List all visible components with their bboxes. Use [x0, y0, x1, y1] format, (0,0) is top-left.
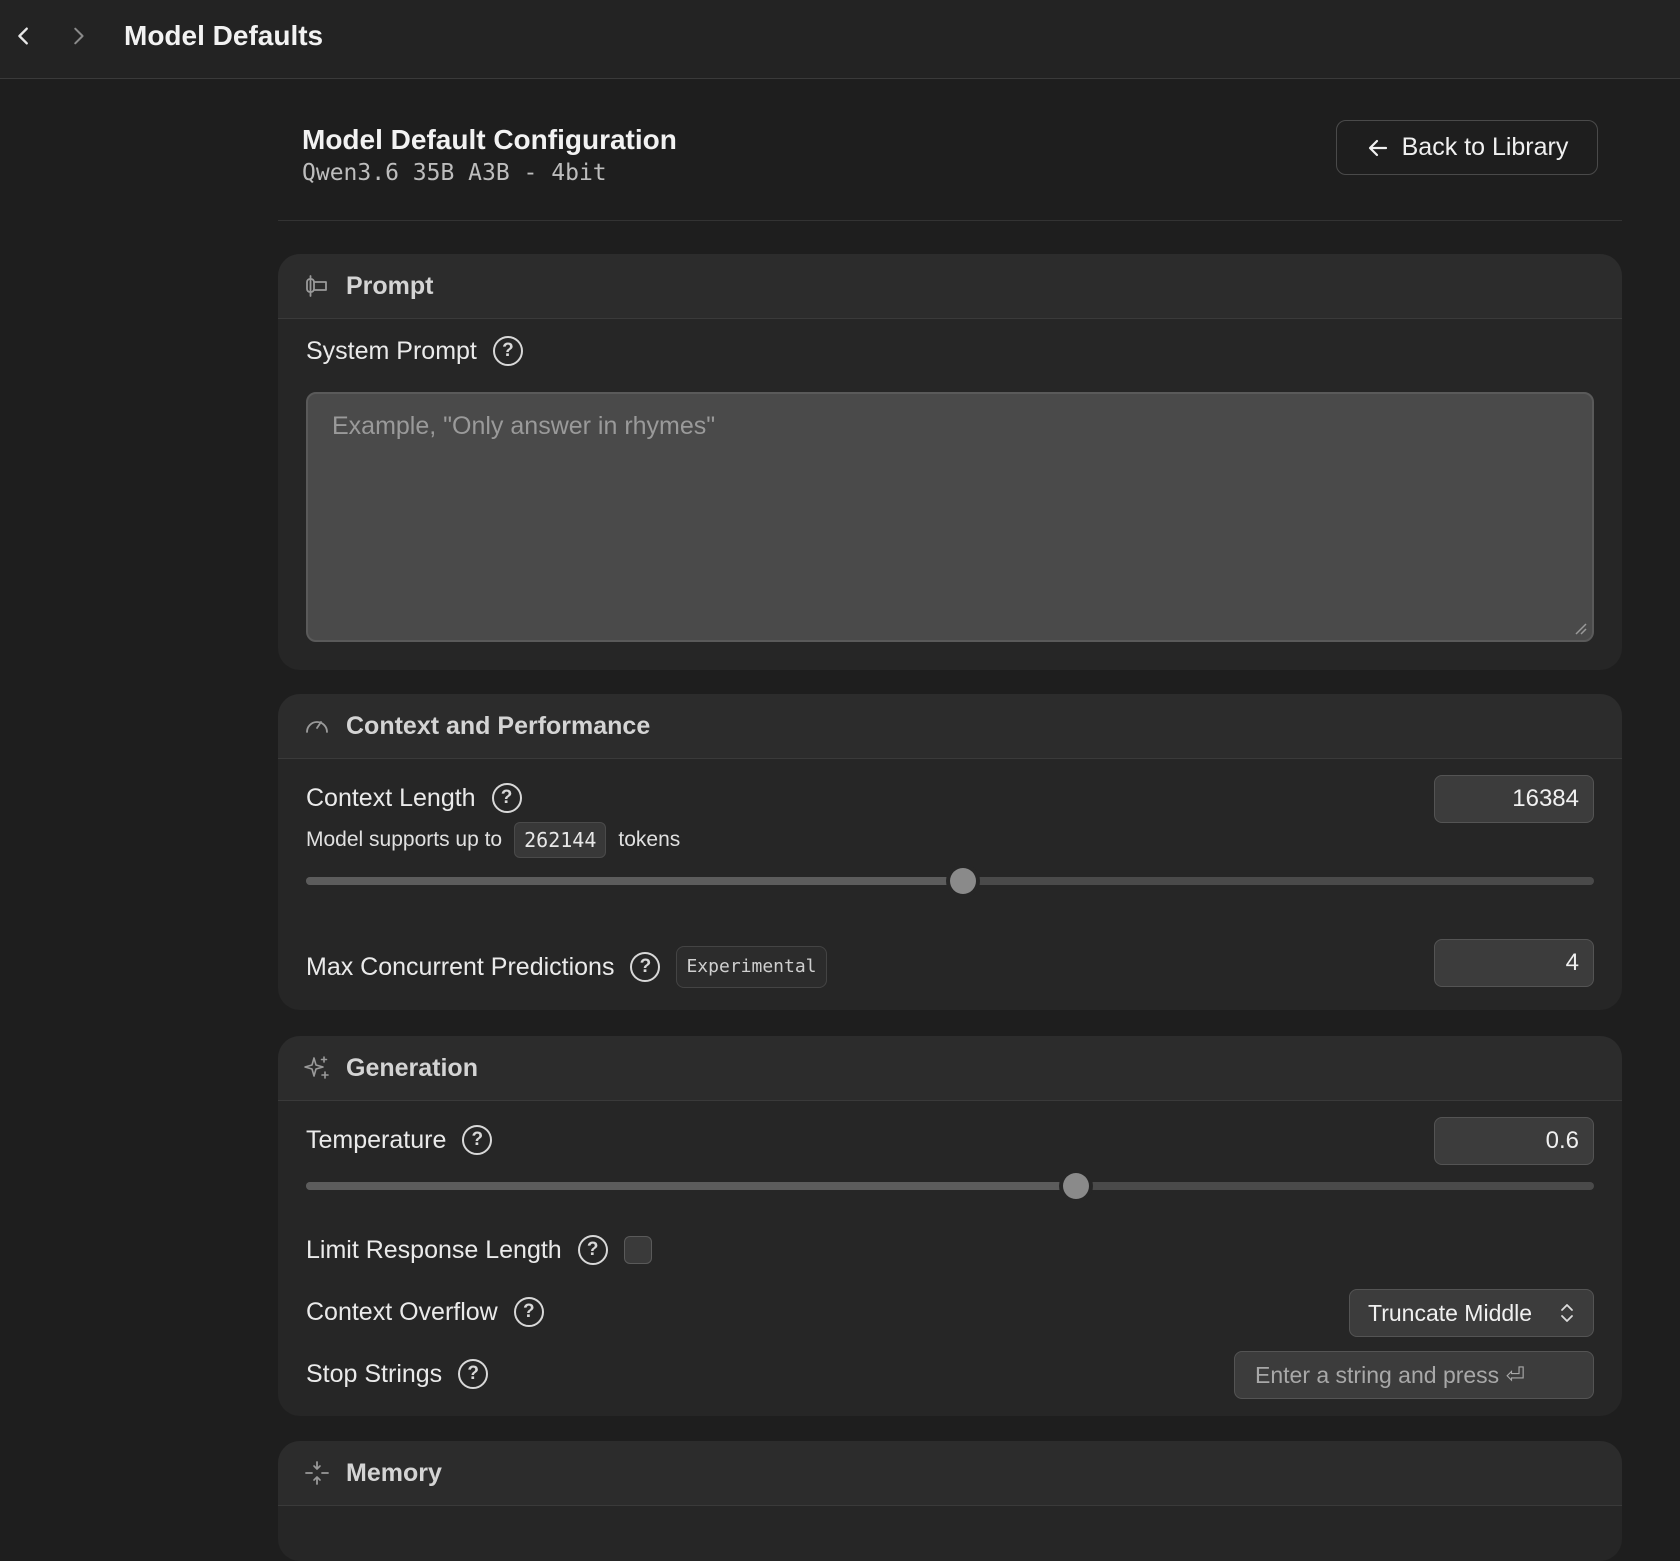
temperature-row: Temperature ? [306, 1124, 493, 1156]
prompt-card: Prompt System Prompt ? Example, "Only an… [278, 254, 1622, 670]
generation-card-header: Generation [278, 1036, 1622, 1101]
system-prompt-placeholder: Example, "Only answer in rhymes" [332, 412, 716, 440]
context-overflow-value: Truncate Middle [1368, 1299, 1533, 1326]
top-bar: Model Defaults [0, 0, 1680, 79]
config-title: Model Default Configuration [302, 124, 677, 155]
max-concurrent-help-icon[interactable]: ? [630, 952, 661, 982]
limit-response-label: Limit Response Length [306, 1236, 562, 1264]
page-title: Model Defaults [124, 20, 324, 51]
prompt-card-title: Prompt [346, 271, 434, 300]
prompt-card-header: Prompt [278, 254, 1622, 319]
back-to-library-button[interactable]: Back to Library [1336, 120, 1598, 175]
stop-strings-input[interactable]: Enter a string and press ⏎ [1234, 1351, 1594, 1399]
memory-card: Memory [278, 1441, 1622, 1561]
slider-thumb[interactable] [949, 868, 976, 894]
slider-thumb[interactable] [1063, 1173, 1090, 1199]
context-length-help-icon[interactable]: ? [491, 783, 522, 813]
context-card-title: Context and Performance [346, 711, 651, 740]
generation-card-title: Generation [346, 1053, 478, 1082]
temperature-slider[interactable] [306, 1173, 1594, 1199]
stop-strings-help-icon[interactable]: ? [458, 1359, 489, 1389]
sparkles-icon [304, 1056, 329, 1079]
limit-response-help-icon[interactable]: ? [577, 1235, 608, 1265]
system-prompt-help-icon[interactable]: ? [492, 336, 523, 366]
chevron-up-down-icon [1561, 1304, 1573, 1322]
resize-grip-icon[interactable] [1574, 622, 1588, 636]
chevron-left-icon [18, 27, 28, 45]
max-concurrent-row: Max Concurrent Predictions ? Experimenta… [306, 946, 827, 988]
temperature-help-icon[interactable]: ? [462, 1125, 493, 1155]
config-header: Model Default Configuration Qwen3.6 35B … [278, 79, 1622, 221]
memory-card-title: Memory [346, 1458, 442, 1487]
limit-response-checkbox[interactable] [623, 1236, 652, 1264]
context-overflow-select[interactable]: Truncate Middle [1349, 1289, 1594, 1337]
slider-fill [306, 1182, 1077, 1190]
arrow-left-icon [1368, 139, 1387, 156]
supports-prefix: Model supports up to [306, 828, 503, 851]
stop-strings-placeholder: Enter a string and press ⏎ [1255, 1361, 1525, 1388]
limit-response-row: Limit Response Length ? [306, 1234, 652, 1266]
model-name: Qwen3.6 35B A3B - 4bit [302, 160, 607, 186]
memory-card-header: Memory [278, 1441, 1622, 1506]
context-length-slider[interactable] [306, 868, 1594, 894]
model-supports-note: Model supports up to 262144 tokens [306, 822, 680, 858]
experimental-badge: Experimental [676, 946, 827, 988]
system-prompt-row: System Prompt ? [306, 335, 523, 367]
max-concurrent-input[interactable]: 4 [1434, 939, 1594, 987]
back-nav-button[interactable] [6, 18, 42, 54]
supports-suffix: tokens [618, 828, 681, 851]
back-to-library-label: Back to Library [1401, 133, 1569, 161]
stop-strings-label: Stop Strings [306, 1360, 443, 1388]
prompt-icon [306, 275, 327, 297]
slider-fill [306, 877, 963, 885]
temperature-input[interactable]: 0.6 [1434, 1117, 1594, 1165]
system-prompt-label: System Prompt [306, 337, 477, 365]
temperature-label: Temperature [306, 1126, 447, 1154]
memory-icon [305, 1461, 329, 1485]
forward-nav-button[interactable] [60, 18, 96, 54]
context-overflow-row: Context Overflow ? [306, 1296, 544, 1328]
generation-card: Generation Temperature ? 0.6 Limit Respo… [278, 1036, 1622, 1416]
chevron-right-icon [74, 27, 84, 45]
stop-strings-row: Stop Strings ? [306, 1358, 489, 1390]
context-performance-card: Context and Performance Context Length ?… [278, 694, 1622, 1010]
max-concurrent-label: Max Concurrent Predictions [306, 953, 615, 981]
system-prompt-textarea[interactable]: Example, "Only answer in rhymes" [306, 392, 1594, 642]
context-overflow-help-icon[interactable]: ? [513, 1297, 544, 1327]
context-card-header: Context and Performance [278, 694, 1622, 759]
context-length-row: Context Length ? [306, 782, 522, 814]
context-length-input[interactable]: 16384 [1434, 775, 1594, 823]
max-tokens-chip: 262144 [514, 822, 607, 858]
gauge-icon [306, 721, 328, 733]
context-length-label: Context Length [306, 784, 476, 812]
context-overflow-label: Context Overflow [306, 1298, 498, 1326]
